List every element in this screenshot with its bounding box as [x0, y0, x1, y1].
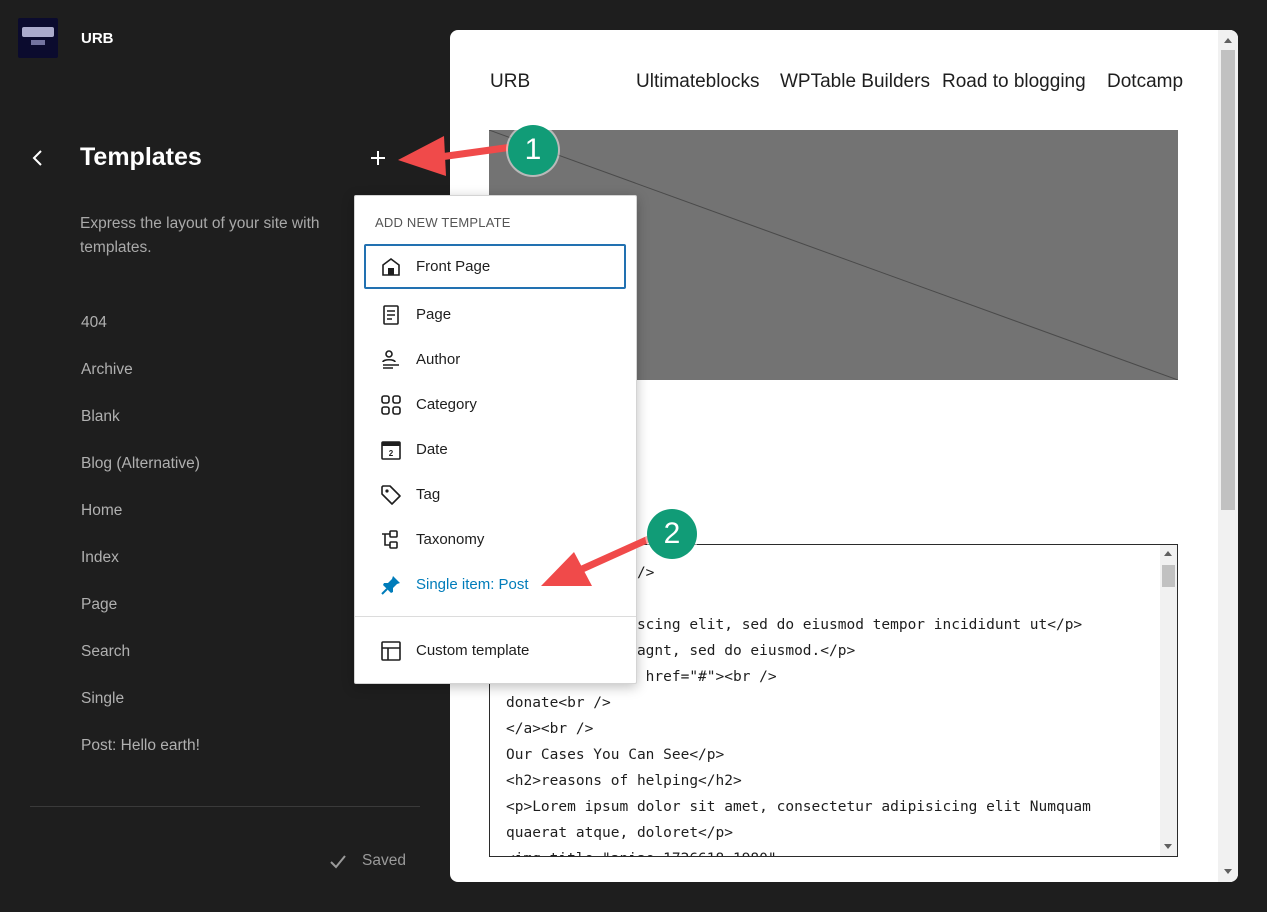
step-badge-1: 1	[508, 125, 558, 175]
annotation-arrows	[398, 136, 655, 586]
step-badge-2: 2	[647, 509, 697, 559]
